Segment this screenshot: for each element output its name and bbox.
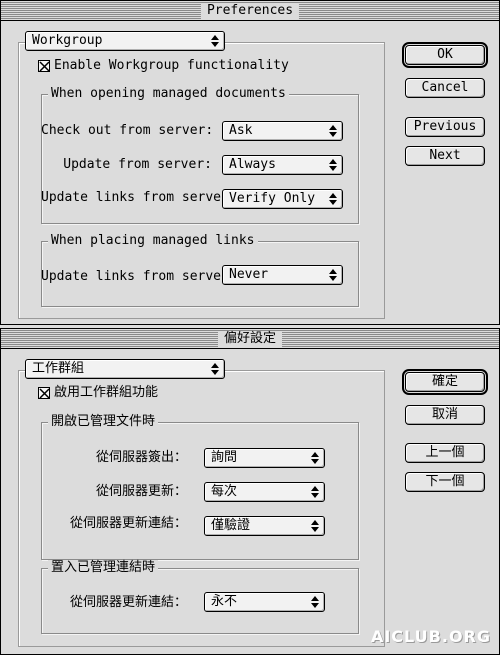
opening-group-title: 開啟已管理文件時 <box>48 414 159 430</box>
placing-links-value: 永不 <box>211 594 238 609</box>
enable-workgroup-checkbox[interactable] <box>38 387 50 399</box>
window-title: Preferences <box>200 3 300 19</box>
links-label: 從伺服器更新連結： <box>69 516 187 531</box>
ok-button[interactable]: OK <box>402 42 488 68</box>
enable-workgroup-checkbox[interactable] <box>38 60 50 72</box>
update-popup[interactable]: Always <box>222 155 343 175</box>
checkmark-icon <box>39 61 50 72</box>
placing-links-value: Never <box>229 267 269 282</box>
links-popup[interactable]: 僅驗證 <box>204 516 325 536</box>
update-label: Update from server: <box>63 157 212 172</box>
previous-button[interactable]: Previous <box>405 117 485 137</box>
links-popup[interactable]: Verify Only <box>222 189 343 209</box>
preferences-dialog-english: Preferences Workgroup Enable Workgroup f… <box>0 0 500 325</box>
category-value: Workgroup <box>32 33 103 48</box>
ok-button[interactable]: 確定 <box>402 369 488 395</box>
popup-arrows-icon <box>329 269 337 281</box>
checkout-popup[interactable]: 詢問 <box>204 448 325 468</box>
checkmark-icon <box>39 388 50 399</box>
popup-arrows-icon <box>311 520 319 532</box>
opening-group-title: When opening managed documents <box>48 86 289 102</box>
popup-arrows-icon <box>311 596 319 608</box>
popup-arrows-icon <box>311 452 319 464</box>
update-value: Always <box>229 157 276 172</box>
update-value: 每次 <box>211 484 238 499</box>
category-popup[interactable]: Workgroup <box>25 31 225 51</box>
links-value: 僅驗證 <box>211 518 251 533</box>
placing-group-title: 置入已管理連結時 <box>48 560 159 576</box>
next-button[interactable]: Next <box>405 146 485 166</box>
popup-arrows-icon <box>211 35 219 47</box>
enable-workgroup-label: 啟用工作群組功能 <box>54 385 159 400</box>
popup-arrows-icon <box>311 486 319 498</box>
placing-links-popup[interactable]: Never <box>222 265 343 285</box>
checkout-popup[interactable]: Ask <box>222 121 343 141</box>
checkout-label: Check out from server: <box>41 123 214 138</box>
title-bar[interactable]: 偏好設定 <box>1 329 499 349</box>
checkout-label: 從伺服器簽出： <box>95 450 187 465</box>
popup-arrows-icon <box>329 193 337 205</box>
title-bar[interactable]: Preferences <box>1 1 499 21</box>
placing-links-popup[interactable]: 永不 <box>204 592 325 612</box>
popup-arrows-icon <box>211 363 219 375</box>
placing-links-label: Update links from server: <box>41 269 237 284</box>
links-value: Verify Only <box>229 191 316 206</box>
preferences-dialog-chinese: 偏好設定 工作群組 啟用工作群組功能 開啟已管理文件時 從伺服器簽出： 詢問 從… <box>0 328 500 655</box>
placing-links-label: 從伺服器更新連結： <box>69 595 187 610</box>
placing-group-title: When placing managed links <box>48 233 258 249</box>
update-label: 從伺服器更新： <box>95 484 187 499</box>
next-button[interactable]: 下一個 <box>405 472 485 492</box>
cancel-button[interactable]: 取消 <box>405 405 485 425</box>
category-popup[interactable]: 工作群組 <box>25 359 225 379</box>
previous-button[interactable]: 上一個 <box>405 443 485 463</box>
links-label: Update links from server: <box>41 190 237 205</box>
popup-arrows-icon <box>329 125 337 137</box>
update-popup[interactable]: 每次 <box>204 482 325 502</box>
checkout-value: Ask <box>229 123 253 138</box>
cancel-button[interactable]: Cancel <box>405 78 485 98</box>
watermark: AICLUB.ORG <box>370 627 491 646</box>
window-title: 偏好設定 <box>217 331 283 347</box>
checkout-value: 詢問 <box>211 450 238 465</box>
popup-arrows-icon <box>329 159 337 171</box>
enable-workgroup-label: Enable Workgroup functionality <box>54 58 289 73</box>
category-value: 工作群組 <box>32 361 85 376</box>
